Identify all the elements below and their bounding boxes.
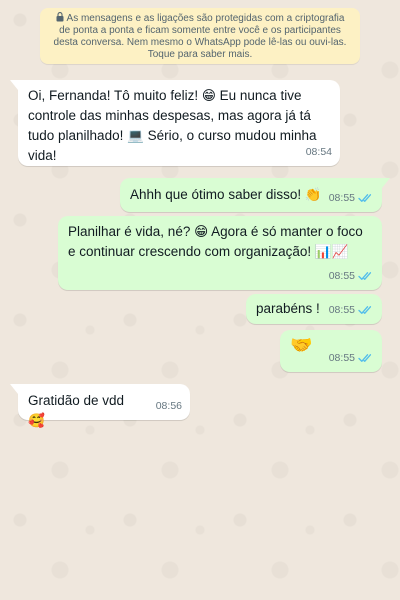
message-incoming[interactable]: Gratidão de vdd 🥰 08:56 [10, 384, 190, 428]
message-outgoing[interactable]: Planilhar é vida, né? 😁 Agora é só mante… [58, 216, 382, 290]
message-time: 08:55 [328, 304, 355, 316]
message-text: Planilhar é vida, né? 😁 Agora é só mante… [68, 224, 363, 259]
message-text: Oi, Fernanda! Tô muito feliz! 😁 Eu nunca… [28, 88, 317, 163]
lock-icon [56, 12, 64, 22]
message-incoming[interactable]: Oi, Fernanda! Tô muito feliz! 😁 Eu nunca… [10, 80, 340, 166]
read-receipt-icon [358, 194, 372, 202]
message-time: 08:54 [305, 146, 332, 158]
read-receipt-icon [358, 306, 372, 314]
read-receipt-icon [358, 354, 372, 362]
message-time: 08:56 [155, 400, 182, 412]
message-outgoing[interactable]: parabéns ! 08:55 [246, 294, 382, 324]
message-time: 08:55 [328, 270, 355, 282]
message-time: 08:55 [328, 192, 355, 204]
encryption-notice[interactable]: As mensagens e as ligações são protegida… [40, 8, 360, 64]
encryption-notice-text: As mensagens e as ligações são protegida… [53, 13, 347, 60]
chat-conversation[interactable]: As mensagens e as ligações são protegida… [0, 0, 400, 600]
message-time: 08:55 [328, 352, 355, 364]
message-outgoing[interactable]: 🤝 08:55 [280, 330, 382, 372]
read-receipt-icon [358, 272, 372, 280]
message-outgoing[interactable]: Ahhh que ótimo saber disso! 👏 08:55 [120, 178, 390, 212]
